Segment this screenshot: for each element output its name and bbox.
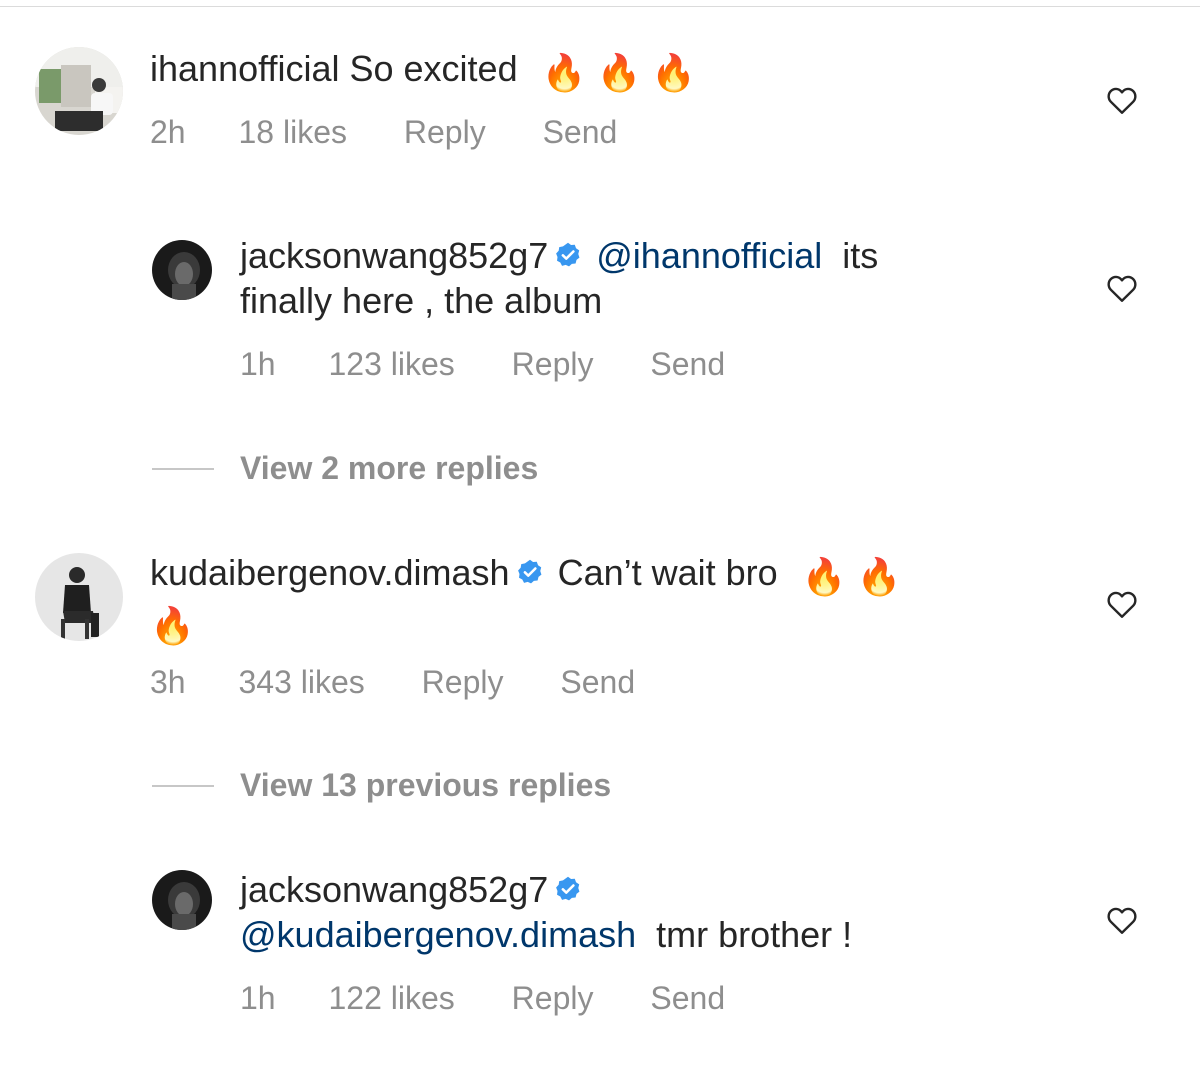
likes-count[interactable]: 343 likes <box>238 664 364 701</box>
fire-emoji: 🔥 <box>541 52 587 93</box>
heart-icon[interactable] <box>1104 270 1140 306</box>
reply-button[interactable]: Reply <box>512 346 594 383</box>
comment-body: ihannofficial So excited 🔥 🔥 🔥 <box>150 46 1050 95</box>
heart-icon[interactable] <box>1104 902 1140 938</box>
send-button[interactable]: Send <box>650 346 725 383</box>
comment-body: jacksonwang852g7 @kudaibergenov.dimash t… <box>240 867 1040 957</box>
send-button[interactable]: Send <box>650 980 725 1017</box>
comment-time: 3h <box>150 664 186 700</box>
reply-button[interactable]: Reply <box>512 980 594 1017</box>
heart-icon[interactable] <box>1104 586 1140 622</box>
verified-badge-icon <box>517 560 541 584</box>
view-more-line <box>152 468 214 470</box>
reply-jacksonwang-2: jacksonwang852g7 @kudaibergenov.dimash t… <box>0 840 1200 1040</box>
mention-link[interactable]: @kudaibergenov.dimash <box>240 914 636 955</box>
comment-text: its <box>842 235 879 276</box>
username[interactable]: ihannofficial <box>150 48 339 89</box>
likes-count[interactable]: 18 likes <box>238 114 347 151</box>
send-button[interactable]: Send <box>560 664 635 701</box>
reply-button[interactable]: Reply <box>422 664 504 701</box>
likes-count[interactable]: 122 likes <box>328 980 454 1017</box>
avatar[interactable] <box>35 47 123 135</box>
comment-ihannofficial: ihannofficial So excited 🔥 🔥 🔥 2h 18 likes… <box>0 0 1200 170</box>
username[interactable]: jacksonwang852g7 <box>240 235 548 276</box>
verified-badge-icon <box>556 243 580 267</box>
view-more-line <box>152 785 214 787</box>
heart-icon[interactable] <box>1104 82 1140 118</box>
mention-link[interactable]: @ihannofficial <box>596 235 822 276</box>
likes-count[interactable]: 123 likes <box>328 346 454 383</box>
avatar[interactable] <box>35 553 123 641</box>
username[interactable]: jacksonwang852g7 <box>240 869 548 910</box>
verified-badge-icon <box>556 877 580 901</box>
fire-emoji: 🔥 <box>856 556 902 597</box>
comment-text: tmr brother ! <box>656 914 853 955</box>
comment-body: kudaibergenov.dimash Can’t wait bro 🔥 🔥 🔥 <box>150 550 1050 648</box>
reply-jacksonwang-1: jacksonwang852g7 @ihannofficial its fina… <box>0 200 1200 400</box>
fire-emoji: 🔥 <box>596 52 642 93</box>
reply-button[interactable]: Reply <box>404 114 486 151</box>
comment-body: jacksonwang852g7 @ihannofficial its fina… <box>240 233 1040 323</box>
username[interactable]: kudaibergenov.dimash <box>150 552 510 593</box>
view-previous-replies-button[interactable]: View 13 previous replies <box>240 767 611 804</box>
comment-text: Can’t wait bro <box>557 552 778 593</box>
comment-kudaibergenov-dimash: kudaibergenov.dimash Can’t wait bro 🔥 🔥 🔥… <box>0 510 1200 710</box>
comment-time: 1h <box>240 980 276 1016</box>
comment-time: 1h <box>240 346 276 382</box>
fire-emoji: 🔥 <box>150 605 195 646</box>
comment-text-line2: finally here , the album <box>240 280 603 321</box>
fire-emoji: 🔥 <box>651 52 697 93</box>
comment-text: So excited <box>349 48 518 89</box>
comment-time: 2h <box>150 114 186 150</box>
avatar[interactable] <box>152 240 212 300</box>
avatar[interactable] <box>152 870 212 930</box>
view-more-replies-button[interactable]: View 2 more replies <box>240 450 538 487</box>
send-button[interactable]: Send <box>543 114 618 151</box>
fire-emoji: 🔥 <box>801 556 847 597</box>
